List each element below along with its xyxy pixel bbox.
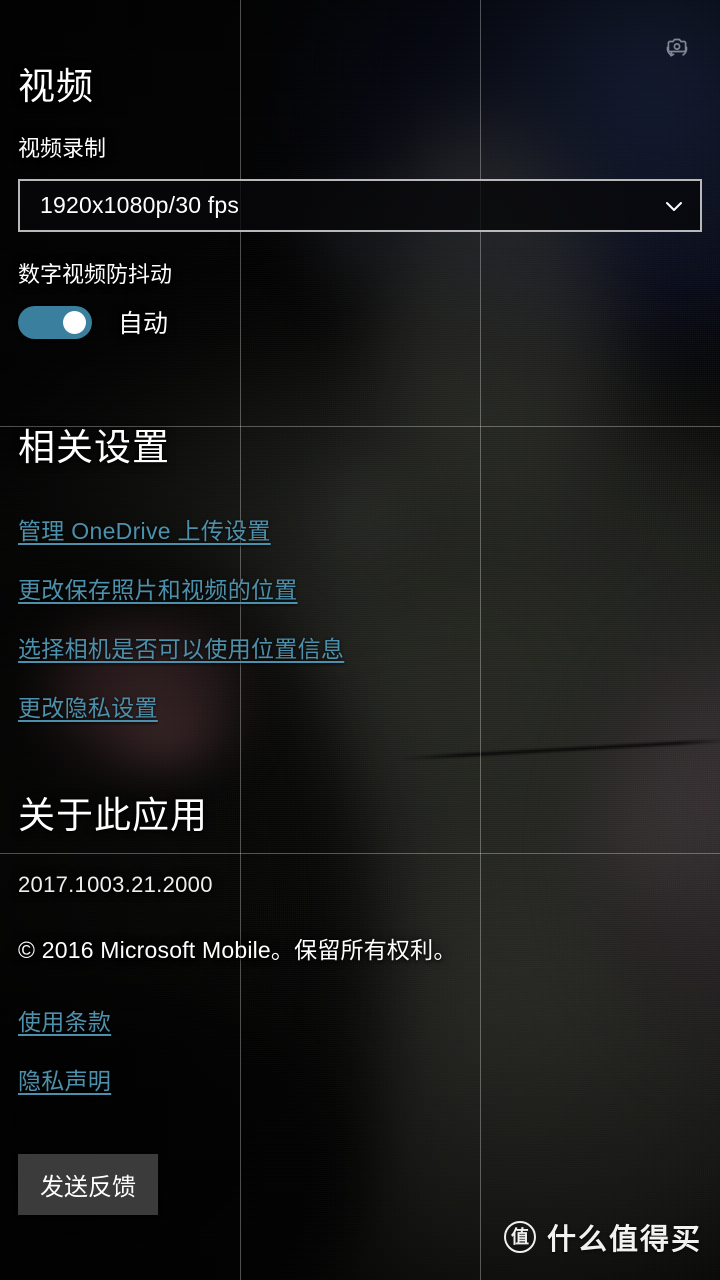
related-link-row: 更改隐私设置: [18, 689, 702, 723]
video-stabilization-toggle[interactable]: [18, 305, 92, 339]
related-settings-heading: 相关设置: [18, 427, 170, 468]
video-stabilization-value: 自动: [118, 310, 169, 338]
link-terms-of-use[interactable]: 使用条款: [18, 1003, 111, 1037]
app-version: 2017.1003.21.2000: [18, 872, 213, 897]
watermark: 值 什么值得买: [503, 1216, 702, 1258]
video-resolution-dropdown[interactable]: 1920x1080p/30 fps: [18, 179, 702, 232]
camera-switch-icon[interactable]: [650, 20, 704, 74]
about-link-row: 使用条款: [18, 1003, 702, 1037]
link-privacy-statement[interactable]: 隐私声明: [18, 1062, 111, 1096]
link-change-save-location[interactable]: 更改保存照片和视频的位置: [18, 571, 298, 605]
related-link-row: 选择相机是否可以使用位置信息: [18, 630, 702, 664]
link-manage-onedrive-upload[interactable]: 管理 OneDrive 上传设置: [18, 512, 271, 546]
video-stabilization-label: 数字视频防抖动: [18, 262, 173, 287]
video-resolution-value: 1920x1080p/30 fps: [40, 192, 240, 218]
camera-settings-screen: 视频 视频录制 1920x1080p/30 fps 数字视频防抖动 自动 相关设…: [0, 0, 720, 1280]
link-change-privacy-settings[interactable]: 更改隐私设置: [18, 689, 158, 723]
link-camera-location-permission[interactable]: 选择相机是否可以使用位置信息: [18, 630, 344, 664]
video-recording-label: 视频录制: [18, 136, 107, 161]
watermark-text: 什么值得买: [546, 1224, 702, 1256]
video-stabilization-row[interactable]: 自动: [18, 304, 702, 340]
about-link-row: 隐私声明: [18, 1062, 702, 1096]
settings-content: 视频 视频录制 1920x1080p/30 fps 数字视频防抖动 自动 相关设…: [0, 0, 720, 1215]
watermark-badge-icon: 值: [503, 1221, 536, 1253]
toggle-knob: [63, 310, 86, 334]
chevron-down-icon: [662, 194, 686, 218]
related-link-row: 更改保存照片和视频的位置: [18, 571, 702, 605]
about-section-heading: 关于此应用: [18, 795, 208, 836]
related-link-row: 管理 OneDrive 上传设置: [18, 512, 702, 546]
video-section-heading: 视频: [18, 66, 94, 107]
copyright-text: © 2016 Microsoft Mobile。保留所有权利。: [18, 937, 457, 963]
send-feedback-button[interactable]: 发送反馈: [18, 1154, 158, 1215]
